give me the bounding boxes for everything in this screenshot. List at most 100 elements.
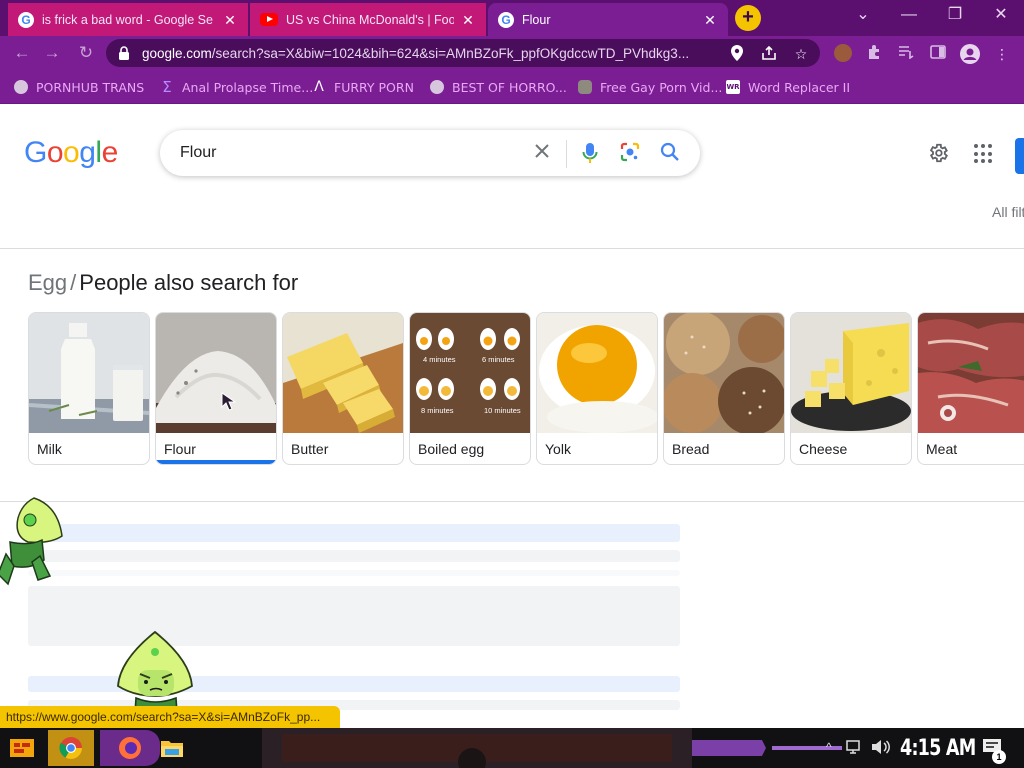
globe-icon	[430, 80, 444, 94]
profile-avatar-icon[interactable]	[960, 44, 980, 64]
cheese-image	[791, 313, 911, 433]
link-status-tooltip: https://www.google.com/search?sa=X&si=AM…	[0, 706, 340, 728]
address-bar[interactable]: google.com/search?sa=X&biw=1024&bih=624&…	[106, 39, 820, 67]
milk-image	[29, 313, 149, 433]
taskbar-file-explorer[interactable]	[150, 730, 194, 766]
bookmark-item[interactable]: PORNHUB TRANS	[14, 78, 144, 96]
share-icon[interactable]	[760, 45, 778, 63]
card-label: Bread	[672, 441, 710, 457]
tab-mcdonalds-video[interactable]: US vs China McDonald's | Food ✕	[250, 3, 486, 36]
google-favicon-icon: G	[498, 11, 514, 28]
egg-caption: 8 minutes	[421, 406, 454, 415]
bookmark-item[interactable]: Λ FURRY PORN	[312, 78, 414, 96]
bookmark-star-icon[interactable]: ☆	[792, 45, 810, 63]
breadcrumb-egg[interactable]: Egg	[28, 270, 67, 295]
bookmark-item[interactable]: WR Word Replacer II	[726, 78, 850, 96]
new-tab-button[interactable]: +	[735, 5, 761, 31]
entity-card-meat[interactable]: Meat	[917, 312, 1024, 465]
clear-search-icon[interactable]	[530, 142, 554, 166]
kebab-menu-icon[interactable]: ⋮	[992, 44, 1012, 64]
volume-icon[interactable]	[870, 738, 890, 761]
bread-image	[664, 313, 784, 433]
entity-card-milk[interactable]: Milk	[28, 312, 150, 465]
card-label: Cheese	[799, 441, 848, 457]
google-logo[interactable]: Google	[24, 136, 118, 170]
youtube-favicon-icon	[260, 13, 278, 26]
puzzle-extensions-icon[interactable]	[864, 44, 884, 64]
taskbar-purple-bar	[692, 740, 842, 756]
bookmark-label: BEST OF HORRO...	[452, 79, 567, 95]
close-tab-icon[interactable]: ✕	[702, 12, 718, 28]
tab-flour[interactable]: G Flour ✕	[488, 3, 728, 36]
notification-count-badge: 1	[992, 750, 1006, 764]
card-label: Butter	[291, 441, 329, 457]
location-pin-icon[interactable]	[728, 45, 746, 63]
network-icon[interactable]	[846, 738, 864, 761]
entity-card-boiled-egg[interactable]: 4 minutes 6 minutes 8 minutes 10 minutes…	[409, 312, 531, 465]
browser-toolbar: ← → ↻ google.com/search?sa=X&biw=1024&bi…	[0, 36, 1024, 70]
butter-image	[283, 313, 403, 433]
close-window-button[interactable]: ✕	[978, 0, 1024, 30]
settings-gear-icon[interactable]	[926, 142, 950, 166]
tab-search-button[interactable]: ⌄	[840, 0, 886, 30]
bookmark-label: FURRY PORN	[334, 79, 414, 95]
chrome-icon	[59, 737, 82, 759]
profile-extension-icon[interactable]	[834, 44, 852, 62]
entity-card-cheese[interactable]: Cheese	[790, 312, 912, 465]
card-label: Yolk	[545, 441, 571, 457]
side-panel-icon[interactable]	[928, 44, 948, 64]
search-input[interactable]	[180, 141, 520, 165]
header-divider	[0, 248, 1024, 249]
section-divider	[0, 501, 1024, 502]
bookmark-item[interactable]: Σ Anal Prolapse Time...	[160, 78, 313, 96]
media-queue-icon[interactable]	[896, 44, 916, 64]
lambda-icon: Λ	[314, 79, 324, 95]
boiled-egg-image: 4 minutes 6 minutes 8 minutes 10 minutes	[410, 313, 530, 433]
entity-card-butter[interactable]: Butter	[282, 312, 404, 465]
entity-card-flour[interactable]: Flour	[155, 312, 277, 465]
flour-image	[156, 313, 276, 433]
close-tab-icon[interactable]: ✕	[222, 12, 238, 28]
entity-card-bread[interactable]: Bread	[663, 312, 785, 465]
tab-title: US vs China McDonald's | Food	[286, 12, 454, 27]
taskbar-chrome[interactable]	[48, 730, 94, 766]
show-hidden-icons-chevron-icon[interactable]: ^	[826, 740, 832, 754]
tab-title: Flour	[522, 12, 551, 27]
restore-button[interactable]: ❐	[932, 0, 978, 30]
start-button[interactable]	[0, 730, 44, 766]
wr-icon: WR	[726, 80, 740, 94]
sign-in-button[interactable]	[1015, 138, 1024, 174]
minimize-button[interactable]: —	[886, 0, 932, 30]
lens-search-icon[interactable]	[618, 142, 642, 166]
entity-card-yolk[interactable]: Yolk	[536, 312, 658, 465]
close-tab-icon[interactable]: ✕	[460, 12, 476, 28]
forward-arrow-icon[interactable]: →	[40, 41, 64, 65]
egg-caption: 10 minutes	[484, 406, 521, 415]
google-apps-grid-icon[interactable]	[974, 144, 994, 164]
search-icon[interactable]	[658, 142, 682, 166]
taskbar-clock[interactable]: 4:15 AM	[900, 736, 976, 761]
skeleton-line	[28, 524, 680, 542]
tab-title: is frick a bad word - Google Se	[42, 12, 213, 27]
egg-caption: 4 minutes	[423, 355, 456, 364]
bookmarks-bar: PORNHUB TRANS Σ Anal Prolapse Time... Λ …	[0, 70, 1024, 104]
people-also-search-heading: Egg / People also search for	[28, 270, 298, 296]
bookmark-label: PORNHUB TRANS	[36, 79, 145, 95]
card-label: Meat	[926, 441, 958, 457]
search-box[interactable]	[160, 130, 700, 176]
bookmark-label: Word Replacer II	[748, 79, 851, 95]
tab-frick-search[interactable]: G is frick a bad word - Google Se ✕	[8, 3, 248, 36]
reload-icon[interactable]: ↻	[74, 41, 98, 65]
bookmark-item[interactable]: Free Gay Porn Vid...	[578, 78, 722, 96]
tab-strip: G is frick a bad word - Google Se ✕ US v…	[0, 0, 1024, 36]
url-text[interactable]: google.com/search?sa=X&biw=1024&bih=624&…	[142, 46, 712, 61]
card-label: Boiled egg	[418, 441, 485, 457]
voice-search-icon[interactable]	[578, 142, 602, 166]
bookmark-label: Anal Prolapse Time...	[182, 79, 314, 95]
bear-icon	[578, 80, 592, 94]
all-filters-button[interactable]: All filters	[992, 204, 1024, 220]
back-arrow-icon[interactable]: ←	[10, 41, 34, 65]
bookmark-item[interactable]: BEST OF HORRO...	[430, 78, 567, 96]
lock-icon[interactable]	[118, 46, 132, 60]
url-path: /search?sa=X&biw=1024&bih=624&si=AMnBZoF…	[211, 45, 690, 61]
